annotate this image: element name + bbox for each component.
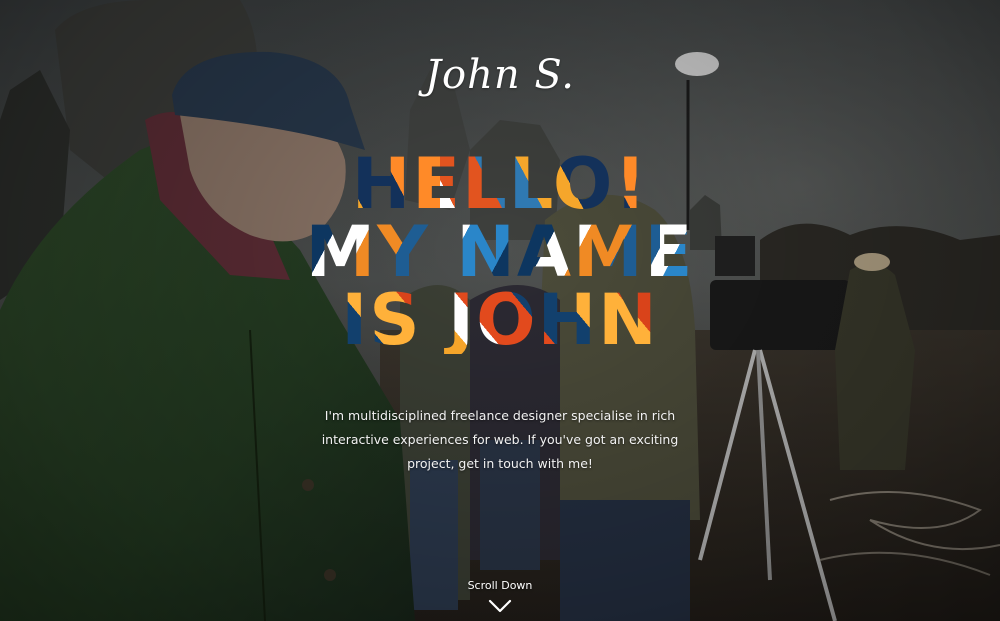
scroll-down-label: Scroll Down (467, 579, 533, 592)
chevron-down-icon (488, 599, 512, 613)
hero-headline: HELLO! MY NAME IS JOHN (0, 149, 1000, 355)
headline-line-3: IS JOHN (0, 285, 1000, 355)
hero-intro-text: I'm multidisciplined freelance designer … (321, 408, 679, 471)
logo[interactable]: John S. (0, 52, 1000, 98)
headline-line-2: MY NAME (0, 217, 1000, 287)
headline-line-1: HELLO! (0, 149, 1000, 219)
scroll-down-button[interactable]: Scroll Down (440, 578, 560, 615)
